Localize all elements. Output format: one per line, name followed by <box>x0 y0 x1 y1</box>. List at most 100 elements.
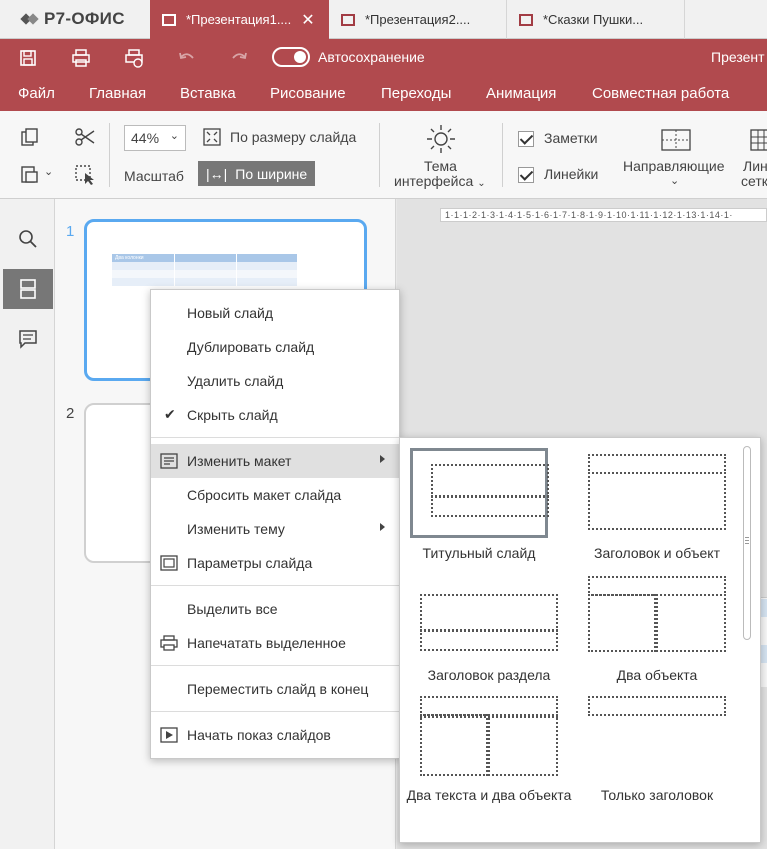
chevron-down-icon: ⌄ <box>670 175 680 187</box>
quick-print-icon[interactable] <box>124 48 144 68</box>
checkbox-icon <box>518 131 534 148</box>
chevron-right-icon <box>380 523 385 531</box>
theme-button[interactable]: интерфейса ⌄ <box>394 173 486 189</box>
menu-item-move-slide-to-end[interactable]: Переместить слайд в конец <box>151 672 399 706</box>
copy-icon[interactable] <box>20 127 40 147</box>
fit-width-icon: |↔| <box>206 165 228 182</box>
layout-preview <box>588 688 726 778</box>
menu-item-label: Изменить тему <box>187 521 285 537</box>
menu-item-label: Изменить макет <box>187 453 292 469</box>
menu-item-change-layout[interactable]: Изменить макет <box>151 444 399 478</box>
menu-item-duplicate-slide[interactable]: Дублировать слайд <box>151 330 399 364</box>
fit-slide-icon[interactable] <box>203 128 221 146</box>
thumbnail-table-header: Два колонки <box>112 254 297 262</box>
menu-item-hide-slide[interactable]: ✔ Скрыть слайд <box>151 398 399 432</box>
autosave-toggle[interactable]: Автосохранение <box>272 47 425 67</box>
main-menu: Файл Главная Вставка Рисование Переходы … <box>0 76 767 111</box>
menu-item-delete-slide[interactable]: Удалить слайд <box>151 364 399 398</box>
chevron-down-icon[interactable]: ⌄ <box>44 165 53 178</box>
tab-label: *Презентация1.... <box>186 12 292 27</box>
menu-item-label: Напечатать выделенное <box>187 635 346 651</box>
layout-preview <box>420 570 558 660</box>
print-icon[interactable] <box>71 48 91 68</box>
rulers-label: Линейки <box>544 166 599 182</box>
chevron-right-icon <box>380 455 385 463</box>
autosave-label: Автосохранение <box>318 49 425 65</box>
presentation-icon <box>519 13 533 26</box>
gridlines-icon[interactable] <box>750 129 767 151</box>
document-tab-bar: Р7-ОФИС *Презентация1.... ✕ *Презентация… <box>0 0 767 39</box>
menu-item-start-slideshow[interactable]: Начать показ слайдов <box>151 718 399 752</box>
menu-item-reset-layout[interactable]: Сбросить макет слайда <box>151 478 399 512</box>
menu-item-new-slide[interactable]: Новый слайд <box>151 296 399 330</box>
layout-preview <box>588 448 726 538</box>
menu-item-print-selection[interactable]: Напечатать выделенное <box>151 626 399 660</box>
zoom-value: 44% <box>131 130 160 146</box>
presentation-icon <box>162 13 176 26</box>
checkmark-icon: ✔ <box>164 406 176 422</box>
fit-slide-button[interactable]: По размеру слайда <box>230 129 356 145</box>
zoom-select[interactable]: 44% ⌄ <box>124 125 186 151</box>
layout-icon <box>160 453 178 469</box>
checkbox-icon <box>518 167 534 184</box>
layout-label: Титульный слайд <box>422 545 536 561</box>
menu-item-label: Начать показ слайдов <box>187 727 331 743</box>
search-icon <box>19 230 37 248</box>
left-sidebar <box>0 199 55 849</box>
menu-insert[interactable]: Вставка <box>180 85 236 102</box>
menu-item-label: Параметры слайда <box>187 555 313 571</box>
layout-label: Два объекта <box>616 667 698 683</box>
menu-collaboration[interactable]: Совместная работа <box>592 85 729 102</box>
menu-transitions[interactable]: Переходы <box>381 85 451 102</box>
guides-icon[interactable] <box>661 129 691 151</box>
menu-file[interactable]: Файл <box>18 85 55 102</box>
theme-label-2: интерфейса <box>394 173 474 189</box>
layout-submenu: Титульный слайд Заголовок и объект Загол… <box>399 437 761 843</box>
notes-label: Заметки <box>544 130 598 146</box>
select-all-icon[interactable] <box>74 164 96 186</box>
document-title: Презент <box>711 49 765 65</box>
menu-item-label: Дублировать слайд <box>187 339 315 355</box>
search-button[interactable] <box>3 219 53 259</box>
menu-item-slide-settings[interactable]: Параметры слайда <box>151 546 399 580</box>
menu-item-label: Новый слайд <box>187 305 274 321</box>
title-bar: Автосохранение Презент <box>0 39 767 76</box>
menu-item-change-theme[interactable]: Изменить тему <box>151 512 399 546</box>
layout-preview <box>420 688 558 778</box>
chevron-down-icon: ⌄ <box>477 178 486 189</box>
app-logo: Р7-ОФИС <box>20 9 125 29</box>
tab-presentation2[interactable]: *Презентация2.... <box>329 0 507 39</box>
rulers-checkbox[interactable]: Линейки <box>518 166 599 184</box>
comment-icon <box>19 330 37 349</box>
tab-pushkin-tales[interactable]: *Сказки Пушки... <box>507 0 685 39</box>
undo-icon[interactable] <box>177 48 197 68</box>
layout-label: Заголовок раздела <box>427 667 551 683</box>
layout-label: Заголовок и объект <box>594 545 720 561</box>
menu-home[interactable]: Главная <box>89 85 146 102</box>
menu-item-select-all[interactable]: Выделить все <box>151 592 399 626</box>
logo-icon <box>20 11 39 27</box>
theme-icon[interactable] <box>425 123 457 155</box>
zoom-label: Масштаб <box>124 168 184 184</box>
redo-icon[interactable] <box>229 48 249 68</box>
slide-settings-icon <box>160 555 178 571</box>
menu-draw[interactable]: Рисование <box>270 85 346 102</box>
layout-scrollbar[interactable] <box>743 446 751 640</box>
cut-icon[interactable] <box>74 127 96 147</box>
horizontal-ruler[interactable]: 1·1·1·2·1·3·1·4·1·5·1·6·1·7·1·8·1·9·1·10… <box>440 208 767 222</box>
menu-animation[interactable]: Анимация <box>486 85 556 102</box>
layout-preview <box>410 448 549 538</box>
close-icon[interactable]: ✕ <box>301 10 314 30</box>
notes-checkbox[interactable]: Заметки <box>518 130 598 148</box>
gridlines-label-2: сетк <box>741 173 767 189</box>
gridlines-label[interactable]: Лин <box>743 158 767 174</box>
tab-presentation1[interactable]: *Презентация1.... ✕ <box>150 0 329 39</box>
save-icon[interactable] <box>18 48 38 68</box>
paste-icon[interactable] <box>20 164 40 184</box>
fit-width-button[interactable]: |↔| По ширине <box>198 161 316 186</box>
slides-panel-button[interactable] <box>3 269 53 309</box>
menu-item-label: Сбросить макет слайда <box>187 487 342 503</box>
guides-button[interactable]: Направляющие <box>623 158 725 174</box>
toggle-switch[interactable] <box>272 47 310 67</box>
comments-button[interactable] <box>3 319 53 359</box>
